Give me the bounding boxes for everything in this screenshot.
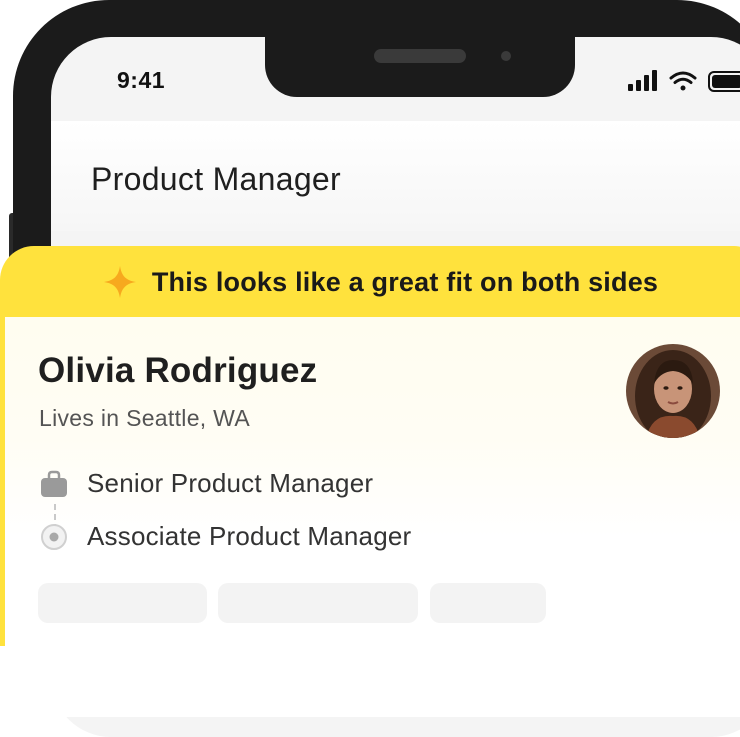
status-icons [626, 69, 740, 93]
wifi-icon [669, 71, 697, 91]
role-label-previous: Associate Product Manager [87, 521, 412, 551]
front-camera [501, 51, 511, 61]
briefcase-icon [41, 470, 67, 497]
skill-chip[interactable] [38, 583, 207, 623]
candidate-match-card[interactable]: This looks like a great fit on both side… [0, 246, 740, 717]
role-item-previous: Associate Product Manager [39, 521, 411, 552]
skill-chip[interactable] [430, 583, 546, 623]
battery-icon [708, 71, 740, 92]
candidate-name: Olivia Rodriguez [38, 351, 318, 390]
cellular-signal-icon [628, 70, 657, 91]
avatar-portrait [626, 344, 720, 438]
candidate-avatar[interactable] [626, 344, 720, 438]
match-banner: This looks like a great fit on both side… [0, 246, 740, 318]
candidate-location: Lives in Seattle, WA [39, 405, 250, 431]
status-icons-svg [628, 70, 740, 92]
phone-notch [265, 37, 575, 97]
skill-chip[interactable] [218, 583, 418, 623]
speaker-grille [374, 49, 466, 63]
status-time: 9:41 [117, 67, 166, 93]
radio-dot-icon [41, 523, 67, 550]
sparkle-icon [103, 266, 136, 298]
match-banner-text: This looks like a great fit on both side… [151, 266, 659, 297]
role-item-current: Senior Product Manager [39, 468, 373, 499]
role-label-current: Senior Product Manager [87, 468, 374, 498]
candidate-card-body: Olivia Rodriguez Lives in Seattle, WA Se… [5, 317, 740, 717]
page-header: Product Manager [51, 121, 740, 231]
page-title: Product Manager [91, 161, 341, 197]
